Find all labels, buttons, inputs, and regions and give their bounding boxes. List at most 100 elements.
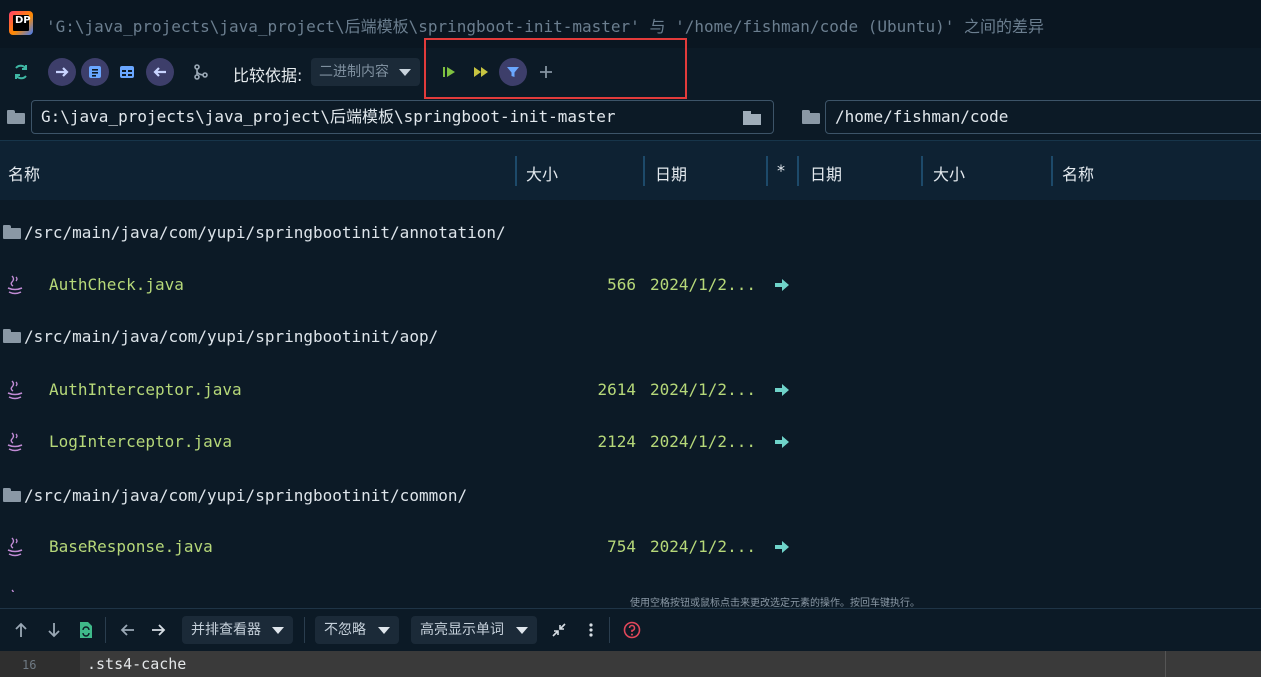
arrow-left-icon[interactable]: [117, 620, 137, 640]
diff-editor-preview[interactable]: 16 .sts4-cache: [0, 651, 1261, 677]
chevron-down-icon: [399, 69, 411, 76]
directory-row[interactable]: /src/main/java/com/yupi/springbootinit/a…: [0, 204, 1261, 256]
collapse-icon[interactable]: [549, 620, 569, 640]
compare-by-label: 比较依据:: [233, 66, 303, 85]
compare-next-button[interactable]: [48, 58, 76, 86]
file-date: 2024/1/2...: [650, 432, 756, 451]
viewer-mode-value: 并排查看器: [191, 622, 261, 638]
column-right-date[interactable]: 日期: [810, 161, 842, 185]
refresh-icon[interactable]: [7, 58, 35, 86]
java-file-icon: [7, 380, 23, 400]
table-row[interactable]: AuthInterceptor.java 2614 2024/1/2...: [0, 361, 1261, 413]
plus-icon: [540, 66, 552, 78]
folder-icon: [7, 110, 25, 124]
file-size: 2614: [597, 380, 636, 399]
directory-row[interactable]: /src/main/java/com/yupi/springbootinit/a…: [0, 308, 1261, 360]
java-file-icon: [7, 432, 23, 452]
table-row[interactable]: BaseResponse.java 754 2024/1/2...: [0, 518, 1261, 570]
chevron-down-icon: [378, 627, 390, 634]
table-row[interactable]: [0, 570, 1261, 592]
file-name: AuthCheck.java: [49, 275, 184, 294]
copy-right-arrow-icon[interactable]: [774, 540, 790, 554]
column-divider[interactable]: [921, 156, 923, 186]
file-size: 566: [607, 275, 636, 294]
column-divider[interactable]: [797, 156, 799, 186]
column-left-size[interactable]: 大小: [526, 161, 558, 185]
copy-right-arrow-icon[interactable]: [774, 278, 790, 292]
chevron-down-icon: [516, 627, 528, 634]
file-name: BaseResponse.java: [49, 537, 213, 556]
separator: [304, 617, 305, 643]
sync-file-icon[interactable]: [76, 620, 96, 640]
ignore-mode-value: 不忽略: [324, 622, 366, 638]
compare-by-dropdown[interactable]: 二进制内容: [311, 58, 420, 86]
table-row[interactable]: LogInterceptor.java 2124 2024/1/2...: [0, 413, 1261, 465]
column-right-name[interactable]: 名称: [1062, 161, 1094, 185]
copy-right-arrow-icon[interactable]: [774, 383, 790, 397]
run-button[interactable]: [435, 58, 463, 86]
separator: [609, 617, 610, 643]
window-title: 'G:\java_projects\java_project\后端模板\spri…: [46, 17, 1045, 36]
title-bar: DP 'G:\java_projects\java_project\后端模板\s…: [0, 0, 1261, 48]
more-options-icon[interactable]: [581, 620, 601, 640]
arrow-right-icon[interactable]: [149, 620, 169, 640]
file-name: AuthInterceptor.java: [49, 380, 242, 399]
viewer-mode-dropdown[interactable]: 并排查看器: [182, 616, 293, 644]
java-file-icon: [7, 275, 23, 295]
left-path-field[interactable]: G:\java_projects\java_project\后端模板\sprin…: [31, 100, 774, 134]
arrow-left-icon: [153, 67, 166, 77]
column-divider[interactable]: [515, 156, 517, 186]
java-file-icon: [7, 537, 23, 557]
folder-icon: [3, 225, 21, 239]
directory-row[interactable]: /src/main/java/com/yupi/springbootinit/c…: [0, 467, 1261, 519]
right-path-text: /home/fishman/code: [835, 107, 1009, 126]
bottom-toolbar: 并排查看器 不忽略 高亮显示单词: [0, 609, 1261, 651]
right-path-field[interactable]: /home/fishman/code: [825, 100, 1261, 134]
ignore-mode-dropdown[interactable]: 不忽略: [315, 616, 399, 644]
right-margin-guide: [1165, 651, 1166, 677]
code-line[interactable]: .sts4-cache: [87, 655, 186, 673]
diff-file-list: /src/main/java/com/yupi/springbootinit/a…: [0, 200, 1261, 592]
list-view-button[interactable]: [81, 58, 109, 86]
file-date: 2024/1/2...: [650, 537, 756, 556]
arrow-down-icon[interactable]: [44, 620, 64, 640]
column-divider[interactable]: [643, 156, 645, 186]
diff-toolbar: 比较依据: 二进制内容: [0, 48, 1261, 96]
branch-icon[interactable]: [187, 58, 215, 86]
file-date: 2024/1/2...: [650, 275, 756, 294]
list-icon: [89, 66, 101, 78]
column-action-star[interactable]: *: [777, 161, 785, 180]
columns-view-button[interactable]: [113, 58, 141, 86]
directory-path: /src/main/java/com/yupi/springbootinit/a…: [24, 223, 506, 242]
column-left-date[interactable]: 日期: [655, 161, 687, 185]
column-left-name[interactable]: 名称: [8, 161, 40, 185]
arrow-up-icon[interactable]: [11, 620, 31, 640]
file-date: 2024/1/2...: [650, 380, 756, 399]
open-folder-icon[interactable]: [743, 111, 763, 125]
editor-gutter: 16: [0, 651, 80, 677]
filter-icon: [507, 67, 519, 77]
run-all-icon: [474, 67, 488, 77]
folder-icon: [3, 329, 21, 343]
compare-prev-button[interactable]: [146, 58, 174, 86]
columns-icon: [120, 66, 134, 78]
app-logo-icon: DP: [9, 11, 33, 35]
table-row[interactable]: AuthCheck.java 566 2024/1/2...: [0, 256, 1261, 308]
highlight-mode-dropdown[interactable]: 高亮显示单词: [411, 616, 537, 644]
filter-button[interactable]: [499, 58, 527, 86]
help-icon[interactable]: [622, 620, 642, 640]
column-divider[interactable]: [1051, 156, 1053, 186]
copy-right-arrow-icon[interactable]: [774, 435, 790, 449]
run-all-button[interactable]: [467, 58, 495, 86]
folder-icon: [3, 488, 21, 502]
file-size: 754: [607, 537, 636, 556]
highlight-mode-value: 高亮显示单词: [420, 622, 504, 638]
column-right-size[interactable]: 大小: [933, 161, 965, 185]
column-divider[interactable]: [766, 156, 768, 186]
folder-icon: [802, 110, 820, 124]
add-button[interactable]: [532, 58, 560, 86]
status-hint: 使用空格按钮或鼠标点击来更改选定元素的操作。按回车键执行。: [630, 598, 920, 609]
directory-path: /src/main/java/com/yupi/springbootinit/a…: [24, 327, 439, 346]
arrow-right-icon: [56, 67, 69, 77]
chevron-down-icon: [272, 627, 284, 634]
